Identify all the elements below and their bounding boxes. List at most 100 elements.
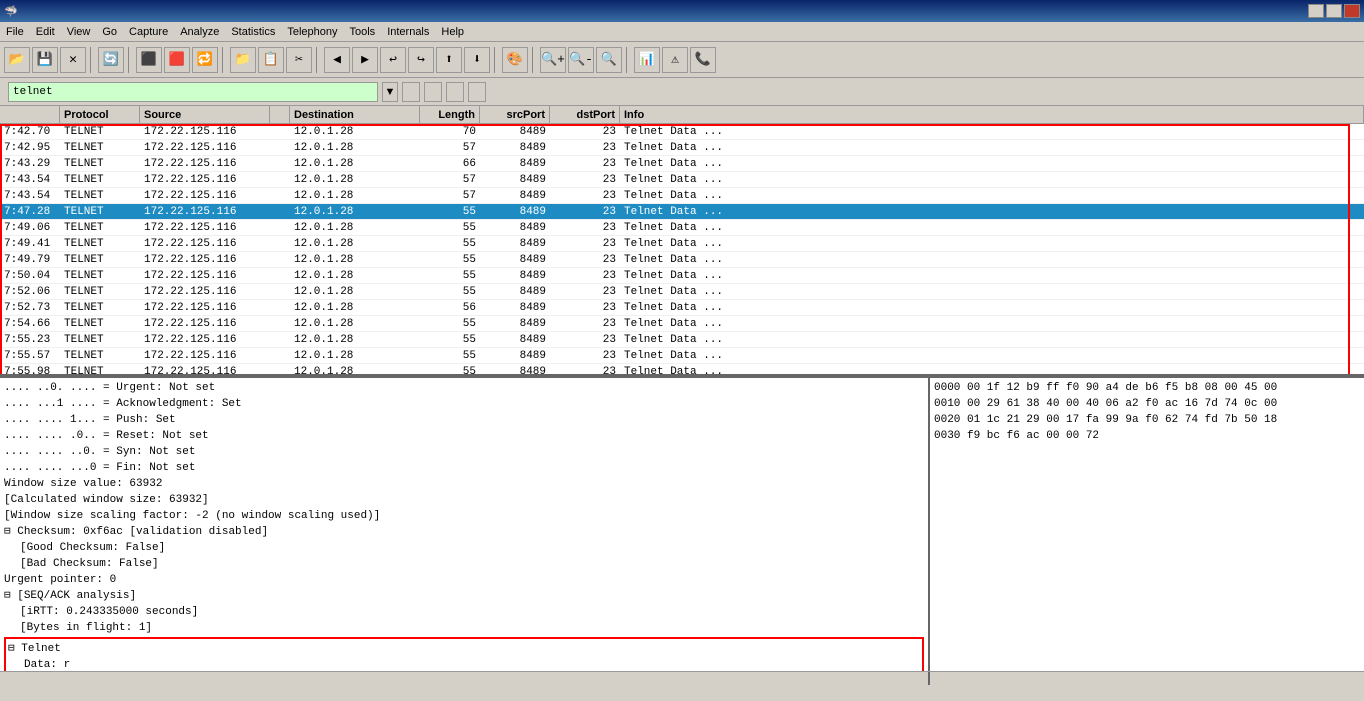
detail-line: [Calculated window size: 63932] xyxy=(4,492,924,508)
menu-item-edit[interactable]: Edit xyxy=(30,24,61,40)
detail-line: [Good Checksum: False] xyxy=(4,540,924,556)
hex-hscroll[interactable] xyxy=(930,672,1364,685)
menu-item-capture[interactable]: Capture xyxy=(123,24,174,40)
table-row[interactable]: 7:55.98TELNET172.22.125.11612.0.1.285584… xyxy=(0,364,1364,376)
filter-dropdown-btn[interactable]: ▼ xyxy=(382,82,398,102)
col-header-source[interactable]: Source xyxy=(140,106,270,123)
toolbar-up-btn[interactable]: ↩ xyxy=(380,47,406,73)
toolbar-zoom-out-btn[interactable]: 🔍- xyxy=(568,47,594,73)
menu-item-file[interactable]: File xyxy=(0,24,30,40)
toolbar-sep1 xyxy=(90,47,94,73)
packet-list-container: Protocol Source Destination Length srcPo… xyxy=(0,106,1364,376)
detail-pane[interactable]: .... ..0. .... = Urgent: Not set .... ...… xyxy=(0,378,930,671)
table-row[interactable]: 7:52.73TELNET172.22.125.11612.0.1.285684… xyxy=(0,300,1364,316)
minimize-button[interactable] xyxy=(1308,4,1324,18)
table-row[interactable]: 7:55.57TELNET172.22.125.11612.0.1.285584… xyxy=(0,348,1364,364)
toolbar-back-btn[interactable]: ◀ xyxy=(324,47,350,73)
toolbar-sep6 xyxy=(532,47,536,73)
packet-scroll[interactable]: 7:42.70TELNET172.22.125.11612.0.1.287084… xyxy=(0,124,1364,376)
title-bar-left: 🦈 xyxy=(4,5,22,18)
col-header-info[interactable]: Info xyxy=(620,106,1364,123)
table-row[interactable]: 7:49.79TELNET172.22.125.11612.0.1.285584… xyxy=(0,252,1364,268)
toolbar-sep3 xyxy=(222,47,226,73)
toolbar-first-btn[interactable]: ⬆ xyxy=(436,47,462,73)
bottom-scrollbar[interactable] xyxy=(0,671,1364,685)
menu-item-view[interactable]: View xyxy=(61,24,97,40)
apply-button[interactable] xyxy=(446,82,464,102)
filter-input[interactable] xyxy=(8,82,378,102)
table-row[interactable]: 7:43.54TELNET172.22.125.11612.0.1.285784… xyxy=(0,188,1364,204)
toolbar-down-btn[interactable]: ↪ xyxy=(408,47,434,73)
col-header-protocol[interactable]: Protocol xyxy=(60,106,140,123)
toolbar-capture-btn[interactable]: ⬛ xyxy=(136,47,162,73)
table-row[interactable]: 7:54.66TELNET172.22.125.11612.0.1.285584… xyxy=(0,316,1364,332)
expression-button[interactable] xyxy=(402,82,420,102)
clear-button[interactable] xyxy=(424,82,442,102)
hex-pane[interactable]: 0000 00 1f 12 b9 ff f0 90 a4 de b6 f5 b8… xyxy=(930,378,1364,671)
detail-line: ⊟ [SEQ/ACK analysis] xyxy=(4,588,924,604)
toolbar-stop-btn[interactable]: 🟥 xyxy=(164,47,190,73)
toolbar-stats-btn[interactable]: 📊 xyxy=(634,47,660,73)
detail-line: .... .... 1... = Push: Set xyxy=(4,412,924,428)
detail-line: .... .... ...0 = Fin: Not set xyxy=(4,460,924,476)
col-header-length[interactable]: Length xyxy=(420,106,480,123)
toolbar-restart-btn[interactable]: 🔁 xyxy=(192,47,218,73)
table-row[interactable]: 7:55.23TELNET172.22.125.11612.0.1.285584… xyxy=(0,332,1364,348)
toolbar-sep5 xyxy=(494,47,498,73)
toolbar-savef-btn[interactable]: 📋 xyxy=(258,47,284,73)
table-row[interactable]: 7:43.54TELNET172.22.125.11612.0.1.285784… xyxy=(0,172,1364,188)
toolbar-zoom-reset-btn[interactable]: 🔍 xyxy=(596,47,622,73)
save-button[interactable] xyxy=(468,82,486,102)
toolbar-save-btn[interactable]: 💾 xyxy=(32,47,58,73)
toolbar-close-btn[interactable]: ✕ xyxy=(60,47,86,73)
close-button[interactable] xyxy=(1344,4,1360,18)
menu-item-tools[interactable]: Tools xyxy=(344,24,382,40)
toolbar: 📂 💾 ✕ 🔄 ⬛ 🟥 🔁 📁 📋 ✂ ◀ ▶ ↩ ↪ ⬆ ⬇ 🎨 🔍+ 🔍- … xyxy=(0,42,1364,78)
menu-item-help[interactable]: Help xyxy=(435,24,470,40)
toolbar-reload-btn[interactable]: 🔄 xyxy=(98,47,124,73)
toolbar-color-btn[interactable]: 🎨 xyxy=(502,47,528,73)
hex-row: 0020 01 1c 21 29 00 17 fa 99 9a f0 62 74… xyxy=(934,412,1360,428)
table-row[interactable]: 7:42.70TELNET172.22.125.11612.0.1.287084… xyxy=(0,124,1364,140)
toolbar-expert-btn[interactable]: ⚠ xyxy=(662,47,688,73)
menu-item-statistics[interactable]: Statistics xyxy=(225,24,281,40)
toolbar-sep4 xyxy=(316,47,320,73)
toolbar-last-btn[interactable]: ⬇ xyxy=(464,47,490,73)
filter-bar: ▼ xyxy=(0,78,1364,106)
detail-line: .... ..0. .... = Urgent: Not set xyxy=(4,380,924,396)
telnet-section-border: ⊟ TelnetData: r xyxy=(4,637,924,671)
table-row[interactable]: 7:52.06TELNET172.22.125.11612.0.1.285584… xyxy=(0,284,1364,300)
toolbar-sep7 xyxy=(626,47,630,73)
toolbar-fwd-btn[interactable]: ▶ xyxy=(352,47,378,73)
menu-item-analyze[interactable]: Analyze xyxy=(174,24,225,40)
toolbar-open2-btn[interactable]: 📁 xyxy=(230,47,256,73)
hex-row: 0000 00 1f 12 b9 ff f0 90 a4 de b6 f5 b8… xyxy=(934,380,1360,396)
toolbar-open-btn[interactable]: 📂 xyxy=(4,47,30,73)
col-header-time[interactable] xyxy=(0,106,60,123)
table-row[interactable]: 7:50.04TELNET172.22.125.11612.0.1.285584… xyxy=(0,268,1364,284)
toolbar-cut-btn[interactable]: ✂ xyxy=(286,47,312,73)
maximize-button[interactable] xyxy=(1326,4,1342,18)
detail-hscroll[interactable] xyxy=(0,672,930,685)
column-headers: Protocol Source Destination Length srcPo… xyxy=(0,106,1364,124)
title-bar-controls[interactable] xyxy=(1308,4,1360,18)
menu-item-internals[interactable]: Internals xyxy=(381,24,435,40)
detail-line: Urgent pointer: 0 xyxy=(4,572,924,588)
table-row[interactable]: 7:49.06TELNET172.22.125.11612.0.1.285584… xyxy=(0,220,1364,236)
detail-line: [Window size scaling factor: -2 (no wind… xyxy=(4,508,924,524)
table-row[interactable]: 7:42.95TELNET172.22.125.11612.0.1.285784… xyxy=(0,140,1364,156)
toolbar-sep2 xyxy=(128,47,132,73)
table-row[interactable]: 7:47.28TELNET172.22.125.11612.0.1.285584… xyxy=(0,204,1364,220)
col-header-dest[interactable]: Destination xyxy=(290,106,420,123)
table-row[interactable]: 7:43.29TELNET172.22.125.11612.0.1.286684… xyxy=(0,156,1364,172)
detail-line: [iRTT: 0.243335000 seconds] xyxy=(4,604,924,620)
col-header-dstport[interactable]: dstPort xyxy=(550,106,620,123)
toolbar-zoom-in-btn[interactable]: 🔍+ xyxy=(540,47,566,73)
toolbar-voip-btn[interactable]: 📞 xyxy=(690,47,716,73)
table-row[interactable]: 7:49.41TELNET172.22.125.11612.0.1.285584… xyxy=(0,236,1364,252)
col-header-srcport[interactable]: srcPort xyxy=(480,106,550,123)
menu-item-telephony[interactable]: Telephony xyxy=(281,24,343,40)
lower-container: .... ..0. .... = Urgent: Not set .... ...… xyxy=(0,376,1364,671)
detail-line: Data: r xyxy=(8,657,920,671)
menu-item-go[interactable]: Go xyxy=(96,24,123,40)
